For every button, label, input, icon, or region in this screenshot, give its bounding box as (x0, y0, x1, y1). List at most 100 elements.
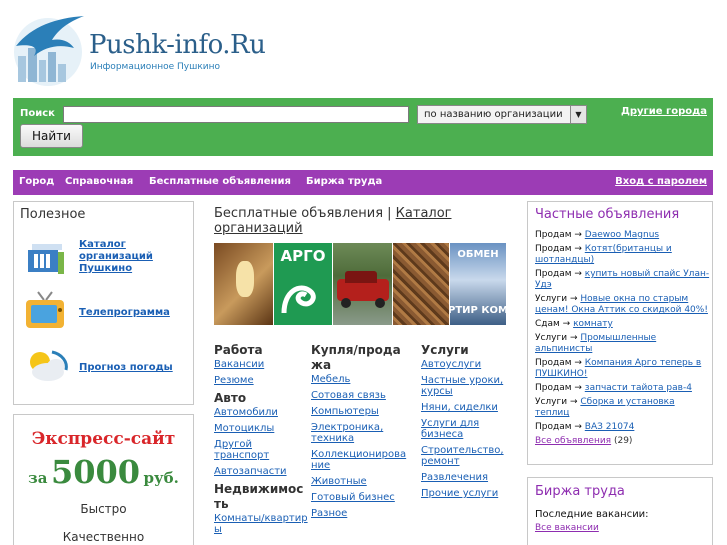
tv-icon (26, 291, 64, 328)
brand-tagline: Информационное Пушкино (90, 62, 220, 72)
link-vacancies[interactable]: Вакансии (214, 359, 309, 370)
list-item: Продам → Daewoo Magnus (535, 230, 660, 240)
express-price-prefix: за (28, 469, 48, 487)
private-ads-list: Продам → Daewoo Magnus Продам → Котят(бр… (535, 230, 710, 446)
nav-item-jobs[interactable]: Биржа труда (306, 176, 382, 187)
category-work: Работа (214, 343, 263, 357)
ad-link[interactable]: Daewoo Magnus (585, 230, 659, 240)
ad-link[interactable]: комнату (573, 319, 613, 329)
link-animals[interactable]: Животные (311, 476, 411, 487)
site-logo[interactable]: Pushk-info.Ru Информационное Пушкино (12, 12, 282, 92)
exchange-text: ОБМЕН (457, 249, 499, 260)
private-ads-title: Частные объявления (535, 207, 680, 222)
nav-item-city[interactable]: Город (19, 176, 54, 187)
search-label: Поиск (20, 108, 55, 119)
express-site-banner[interactable]: Экспресс-сайт за 5000 руб. Быстро Качест… (13, 414, 194, 545)
link-resume[interactable]: Резюме (214, 375, 309, 386)
search-bar: Поиск по названию организации ▼ Найти Др… (13, 98, 713, 156)
other-cities-link[interactable]: Другие города (621, 106, 707, 117)
private-ads-panel: Частные объявления Продам → Daewoo Magnu… (527, 201, 713, 465)
useful-item-catalog[interactable]: Каталог организаций Пушкино (22, 236, 192, 280)
ad-type: Продам (535, 230, 572, 240)
ads-column-1: Работа Вакансии Резюме Авто Автомобили М… (214, 343, 309, 540)
express-price-value: 5000 (50, 453, 141, 491)
argo-logo-text: АРГО (280, 247, 326, 265)
car-roof (345, 271, 377, 283)
useful-item-weather[interactable]: Прогноз погоды (22, 344, 192, 388)
tv-program-link[interactable]: Телепрограмма (79, 307, 170, 319)
search-button[interactable]: Найти (20, 124, 83, 148)
dropdown-arrow-icon[interactable]: ▼ (570, 106, 586, 123)
search-mode-select[interactable]: по названию организации ▼ (417, 105, 587, 124)
link-entertainment[interactable]: Развлечения (421, 472, 511, 483)
ad-type: Услуги (535, 333, 568, 343)
useful-item-tv[interactable]: Телепрограмма (22, 290, 192, 334)
ad-photo-interior[interactable] (214, 243, 273, 325)
catalog-link[interactable]: Каталог организаций Пушкино (79, 239, 189, 275)
ad-link[interactable]: запчасти тайота рав-4 (585, 383, 692, 393)
search-mode-value: по названию организации (424, 109, 563, 120)
link-construction[interactable]: Строительство, ремонт (421, 445, 511, 467)
category-buy-sell: Купля/продажа (311, 343, 401, 372)
ad-photo-exchange[interactable]: ОБМЕН РТИР КОМ (450, 243, 506, 325)
brand-name: Pushk-info.Ru (89, 30, 266, 60)
link-other-services[interactable]: Прочие услуги (421, 488, 511, 499)
ad-type: Сдам (535, 319, 560, 329)
link-furniture[interactable]: Мебель (311, 374, 411, 385)
useful-title: Полезное (20, 207, 86, 222)
list-item: Продам → Котят(британцы и шотландцы) (535, 244, 672, 265)
link-motorcycles[interactable]: Мотоциклы (214, 423, 309, 434)
ads-column-3: Услуги Автоуслуги Частные уроки, курсы Н… (421, 343, 511, 504)
link-electronics[interactable]: Электроника, техника (311, 422, 411, 444)
link-rooms[interactable]: Комнаты/квартиры (214, 513, 309, 535)
link-business-services[interactable]: Услуги для бизнеса (421, 418, 511, 440)
link-ready-business[interactable]: Готовый бизнес (311, 492, 411, 503)
search-input[interactable] (63, 106, 409, 123)
link-mobile[interactable]: Сотовая связь (311, 390, 411, 401)
apartment-text: РТИР КОМ (450, 305, 506, 316)
catalog-icon (28, 244, 64, 274)
list-item: Продам → Компания Арго теперь в ПУШКИНО! (535, 358, 702, 379)
useful-panel: Полезное Каталог организаций Пушкино Тел… (13, 201, 194, 405)
link-collecting[interactable]: Коллекционирование (311, 449, 411, 471)
car-wheel (375, 298, 385, 308)
express-line-quality: Качественно (62, 530, 145, 544)
ads-heading-text: Бесплатные объявления | (214, 206, 396, 221)
nav-item-free-ads[interactable]: Бесплатные объявления (149, 176, 291, 187)
express-line-fast: Быстро (80, 502, 127, 516)
link-cars[interactable]: Автомобили (214, 407, 309, 418)
link-auto-services[interactable]: Автоуслуги (421, 359, 511, 370)
weather-link[interactable]: Прогноз погоды (79, 362, 173, 374)
link-computers[interactable]: Компьютеры (311, 406, 411, 417)
express-price: за 5000 руб. (14, 453, 193, 491)
nav-item-reference[interactable]: Справочная (65, 176, 133, 187)
all-vacancies-link[interactable]: Все вакансии (535, 523, 599, 533)
jobs-subtitle: Последние вакансии: (535, 509, 649, 520)
all-ads-link[interactable]: Все объявления (535, 436, 611, 446)
express-title: Экспресс-сайт (31, 429, 176, 449)
link-auto-parts[interactable]: Автозапчасти (214, 466, 309, 477)
free-ads-section: Бесплатные объявления | Каталог организа… (207, 201, 513, 545)
ad-type: Продам (535, 269, 572, 279)
list-item: Сдам → комнату (535, 319, 613, 329)
ad-type: Продам (535, 244, 572, 254)
link-nannies[interactable]: Няни, сиделки (421, 402, 511, 413)
link-private-lessons[interactable]: Частные уроки, курсы (421, 375, 511, 397)
ad-photo-argo[interactable]: АРГО (274, 243, 332, 325)
category-services: Услуги (421, 343, 469, 357)
all-ads-row: Все объявления (29) (535, 436, 710, 446)
ad-photo-car[interactable] (333, 243, 392, 325)
ad-type: Продам (535, 358, 572, 368)
list-item: Услуги → Новые окна по старым ценам! Окн… (535, 294, 708, 315)
link-other-transport[interactable]: Другой транспорт (214, 439, 309, 461)
list-item: Продам → купить новый спайс Улан-Удэ (535, 269, 710, 290)
ad-type: Продам (535, 422, 572, 432)
ad-type: Продам (535, 383, 572, 393)
weather-icon (30, 350, 68, 381)
login-link[interactable]: Вход с паролем (615, 176, 707, 187)
ad-photo-firewood[interactable] (393, 243, 449, 325)
category-auto: Авто (214, 391, 247, 405)
ad-link[interactable]: ВАЗ 21074 (585, 422, 635, 432)
link-misc[interactable]: Разное (311, 508, 411, 519)
list-item: Услуги → Промышленные альпинисты (535, 333, 657, 354)
